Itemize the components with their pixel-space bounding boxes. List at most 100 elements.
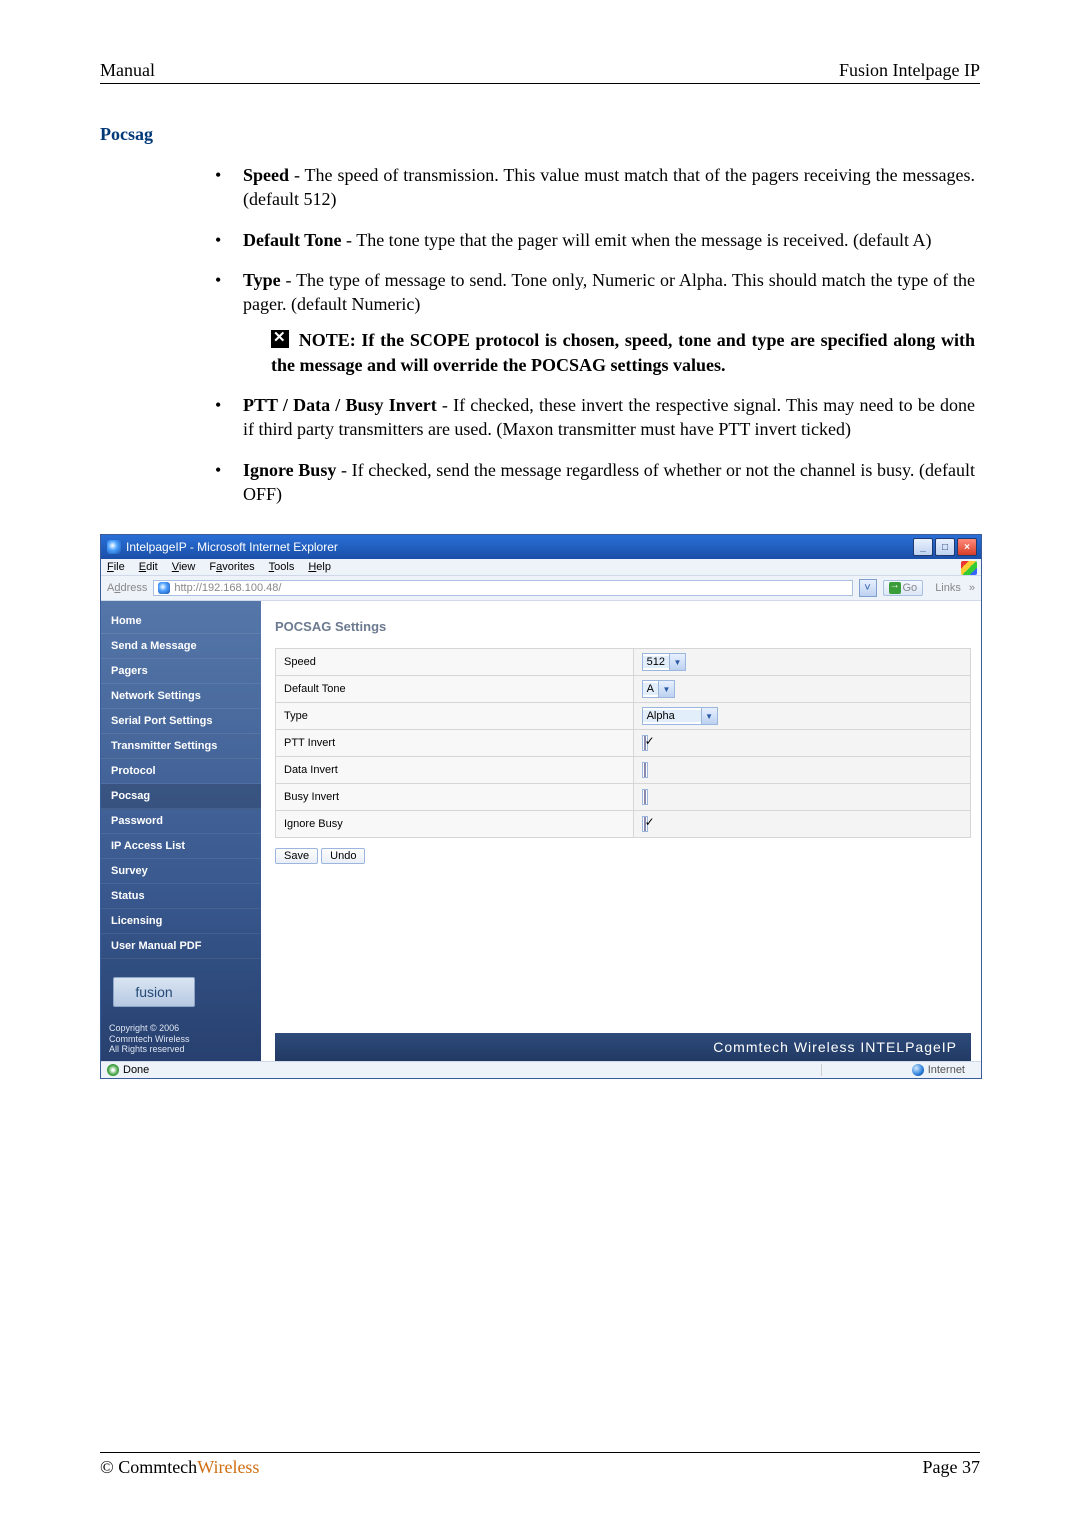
sidebar-item-status[interactable]: Status bbox=[101, 884, 261, 909]
ie-title-bar: IntelpageIP - Microsoft Internet Explore… bbox=[101, 535, 981, 559]
internet-zone-icon bbox=[912, 1064, 924, 1076]
menu-favorites[interactable]: Favorites bbox=[209, 561, 254, 573]
chevron-down-icon: ▼ bbox=[658, 681, 674, 697]
term-default-tone: Default Tone bbox=[243, 230, 342, 250]
ie-address-bar: Address http://192.168.100.48/ ˅ Go Link… bbox=[101, 576, 981, 601]
row-data-invert: Data Invert bbox=[276, 757, 971, 784]
term-type: Type bbox=[243, 270, 281, 290]
window-buttons: _ □ × bbox=[913, 538, 977, 556]
sidebar-item-pagers[interactable]: Pagers bbox=[101, 659, 261, 684]
minimize-button[interactable]: _ bbox=[913, 538, 933, 556]
undo-button[interactable]: Undo bbox=[321, 848, 365, 864]
fusion-badge: fusion bbox=[113, 977, 195, 1007]
go-arrow-icon bbox=[889, 582, 901, 594]
sidebar-item-user-manual-pdf[interactable]: User Manual PDF bbox=[101, 934, 261, 959]
status-done: Done bbox=[123, 1064, 149, 1076]
ignore-busy-checkbox[interactable] bbox=[642, 816, 648, 832]
menu-file[interactable]: File bbox=[107, 561, 125, 573]
footer-brand2: Wireless bbox=[197, 1457, 259, 1477]
brand-strip: Commtech Wireless INTELPageIP bbox=[275, 1033, 971, 1061]
default-tone-select[interactable]: A ▼ bbox=[642, 680, 675, 698]
footer-copyright-symbol: © bbox=[100, 1457, 114, 1477]
sidebar-item-licensing[interactable]: Licensing bbox=[101, 909, 261, 934]
menu-help[interactable]: Help bbox=[308, 561, 331, 573]
save-button[interactable]: Save bbox=[275, 848, 318, 864]
menu-view[interactable]: View bbox=[172, 561, 196, 573]
sidebar: Home Send a Message Pagers Network Setti… bbox=[101, 601, 261, 1061]
term-ignore-busy: Ignore Busy bbox=[243, 460, 336, 480]
term-speed: Speed bbox=[243, 165, 289, 185]
sidebar-item-password[interactable]: Password bbox=[101, 809, 261, 834]
note-block: NOTE: If the SCOPE protocol is chosen, s… bbox=[271, 328, 975, 377]
ie-status-bar: Done Internet bbox=[101, 1061, 981, 1078]
row-speed: Speed 512 ▼ bbox=[276, 649, 971, 676]
sidebar-item-protocol[interactable]: Protocol bbox=[101, 759, 261, 784]
settings-table: Speed 512 ▼ Default Tone A bbox=[275, 648, 971, 838]
header-left: Manual bbox=[100, 60, 155, 81]
header-right: Fusion Intelpage IP bbox=[839, 60, 980, 81]
page-header: Manual Fusion Intelpage IP bbox=[100, 60, 980, 84]
menu-tools[interactable]: Tools bbox=[269, 561, 295, 573]
data-invert-checkbox[interactable] bbox=[642, 762, 648, 778]
footer-brand1: Commtech bbox=[114, 1457, 198, 1477]
address-value: http://192.168.100.48/ bbox=[174, 582, 281, 594]
label-speed: Speed bbox=[276, 649, 634, 676]
ie-title-text: IntelpageIP - Microsoft Internet Explore… bbox=[126, 540, 338, 554]
sidebar-item-home[interactable]: Home bbox=[101, 609, 261, 634]
label-type: Type bbox=[276, 703, 634, 730]
row-busy-invert: Busy Invert bbox=[276, 784, 971, 811]
sidebar-item-network-settings[interactable]: Network Settings bbox=[101, 684, 261, 709]
chevron-down-icon: ▼ bbox=[669, 654, 685, 670]
text-type: - The type of message to send. Tone only… bbox=[243, 270, 975, 314]
maximize-button[interactable]: □ bbox=[935, 538, 955, 556]
ptt-invert-checkbox[interactable] bbox=[642, 735, 648, 751]
row-ignore-busy: Ignore Busy bbox=[276, 811, 971, 838]
address-label: Address bbox=[107, 582, 147, 594]
busy-invert-checkbox[interactable] bbox=[642, 789, 648, 805]
links-label[interactable]: Links bbox=[935, 582, 961, 594]
bullet-list: Speed - The speed of transmission. This … bbox=[215, 163, 975, 506]
sidebar-item-ip-access-list[interactable]: IP Access List bbox=[101, 834, 261, 859]
address-input[interactable]: http://192.168.100.48/ bbox=[153, 580, 852, 596]
speed-select[interactable]: 512 ▼ bbox=[642, 653, 686, 671]
label-busy-invert: Busy Invert bbox=[276, 784, 634, 811]
row-ptt-invert: PTT Invert bbox=[276, 730, 971, 757]
type-value: Alpha bbox=[643, 710, 701, 722]
ie-window: IntelpageIP - Microsoft Internet Explore… bbox=[100, 534, 982, 1079]
bullet-speed: Speed - The speed of transmission. This … bbox=[215, 163, 975, 212]
label-data-invert: Data Invert bbox=[276, 757, 634, 784]
sidebar-copyright: Copyright © 2006 Commtech Wireless All R… bbox=[101, 1019, 261, 1061]
text-speed: - The speed of transmission. This value … bbox=[243, 165, 975, 209]
links-chevron[interactable]: » bbox=[969, 582, 975, 594]
note-text: NOTE: If the SCOPE protocol is chosen, s… bbox=[271, 330, 975, 374]
term-ptt: PTT / Data / Busy Invert bbox=[243, 395, 437, 415]
sidebar-item-pocsag[interactable]: Pocsag bbox=[101, 784, 261, 809]
row-type: Type Alpha ▼ bbox=[276, 703, 971, 730]
text-ignore-busy: - If checked, send the message regardles… bbox=[243, 460, 975, 504]
sidebar-item-transmitter-settings[interactable]: Transmitter Settings bbox=[101, 734, 261, 759]
address-dropdown-button[interactable]: ˅ bbox=[859, 579, 877, 597]
windows-flag-icon bbox=[961, 561, 977, 575]
go-button[interactable]: Go bbox=[883, 580, 924, 596]
main-content: POCSAG Settings Speed 512 ▼ Default Tone bbox=[261, 601, 981, 1061]
page-footer: © CommtechWireless Page 37 bbox=[100, 1452, 980, 1478]
menu-edit[interactable]: Edit bbox=[139, 561, 158, 573]
ie-logo-icon bbox=[107, 540, 121, 554]
section-title: Pocsag bbox=[100, 124, 980, 145]
bullet-type: Type - The type of message to send. Tone… bbox=[215, 268, 975, 377]
sidebar-item-serial-port-settings[interactable]: Serial Port Settings bbox=[101, 709, 261, 734]
default-tone-value: A bbox=[643, 683, 658, 695]
chevron-down-icon: ▼ bbox=[701, 708, 717, 724]
type-select[interactable]: Alpha ▼ bbox=[642, 707, 718, 725]
bullet-ptt: PTT / Data / Busy Invert - If checked, t… bbox=[215, 393, 975, 442]
sidebar-item-survey[interactable]: Survey bbox=[101, 859, 261, 884]
button-row: Save Undo bbox=[275, 848, 971, 864]
row-default-tone: Default Tone A ▼ bbox=[276, 676, 971, 703]
footer-brand: © CommtechWireless bbox=[100, 1457, 259, 1478]
sidebar-item-send-message[interactable]: Send a Message bbox=[101, 634, 261, 659]
go-label: Go bbox=[903, 582, 918, 594]
close-button[interactable]: × bbox=[957, 538, 977, 556]
speed-value: 512 bbox=[643, 656, 669, 668]
footer-page-number: Page 37 bbox=[923, 1457, 981, 1478]
label-default-tone: Default Tone bbox=[276, 676, 634, 703]
